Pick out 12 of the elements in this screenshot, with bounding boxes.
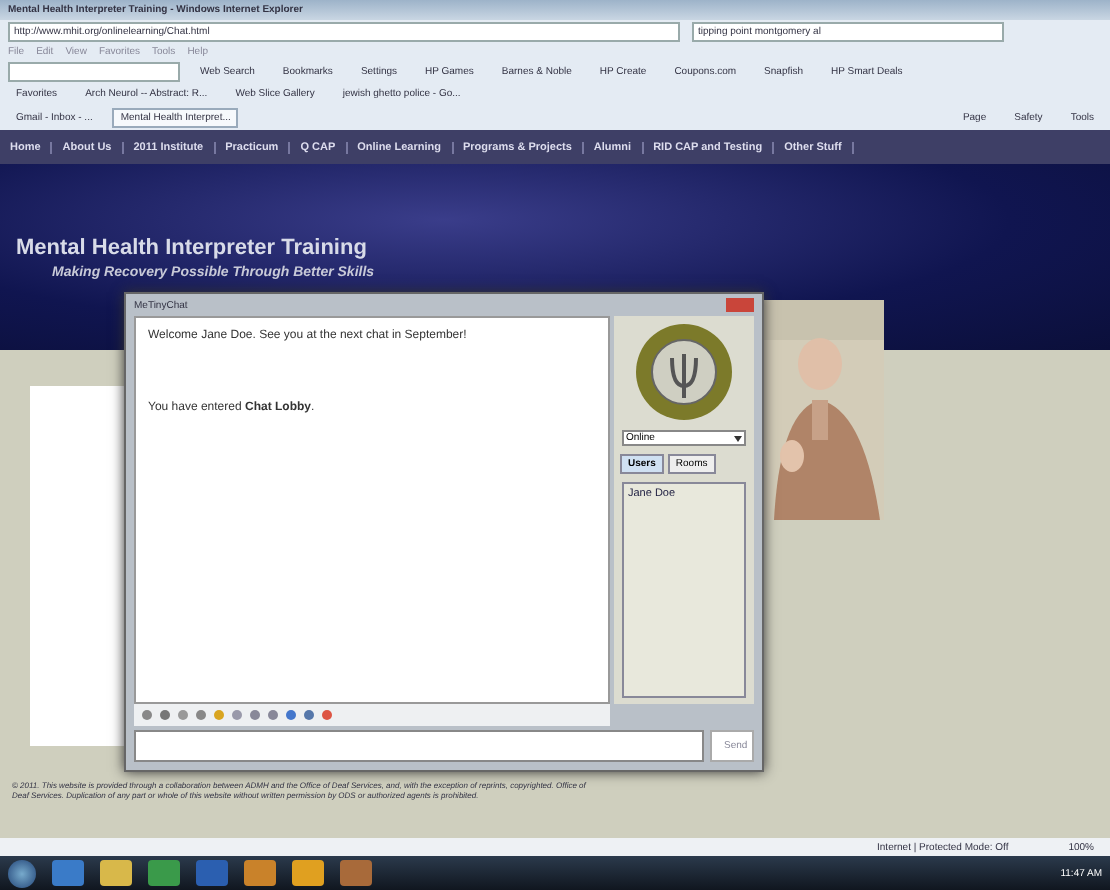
taskbar-icon[interactable] <box>52 860 84 886</box>
message-input[interactable] <box>134 730 704 762</box>
taskbar-icon[interactable] <box>292 860 324 886</box>
taskbar-icon[interactable] <box>100 860 132 886</box>
start-button[interactable] <box>8 859 36 887</box>
toolbar-search-field[interactable] <box>8 62 180 82</box>
seal-logo-icon <box>634 322 734 422</box>
taskbar-icon[interactable] <box>340 860 372 886</box>
site-title: Mental Health Interpreter Training <box>16 236 369 260</box>
dropdown-caret-icon <box>734 435 742 441</box>
taskbar-icon[interactable] <box>148 860 180 886</box>
taskbar-icon[interactable] <box>244 860 276 886</box>
